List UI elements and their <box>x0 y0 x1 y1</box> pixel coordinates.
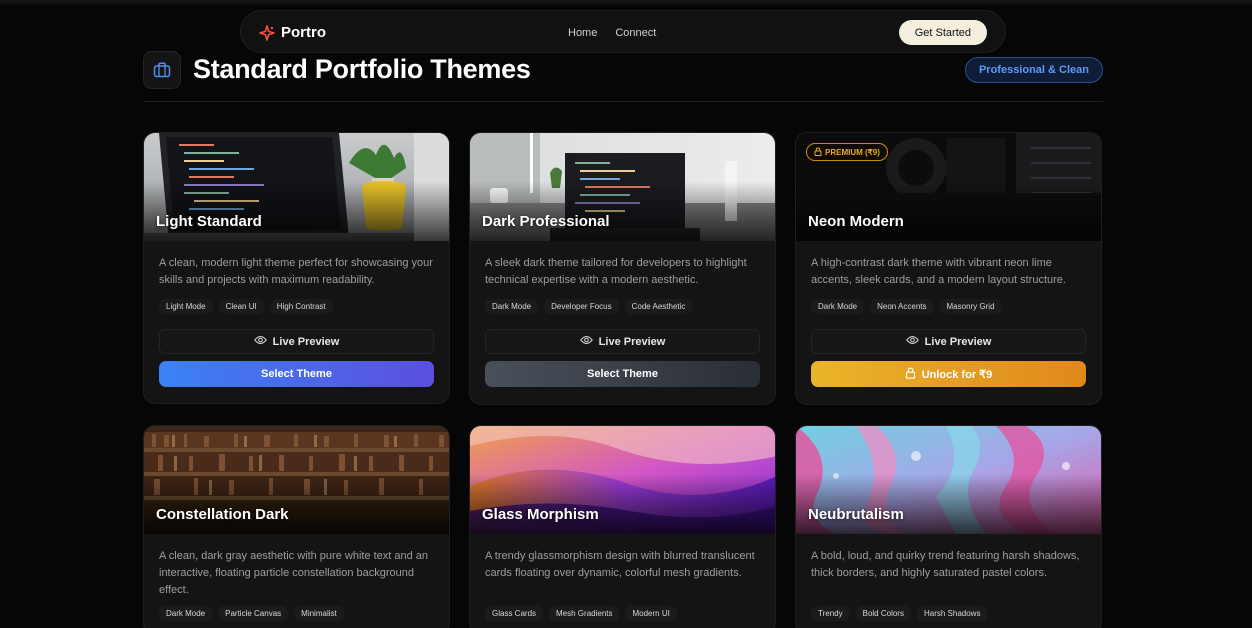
theme-description: A trendy glassmorphism design with blurr… <box>485 550 755 579</box>
theme-description: A sleek dark theme tailored for develope… <box>485 257 747 286</box>
theme-title: Light Standard <box>156 213 262 230</box>
briefcase-icon <box>143 51 181 89</box>
eye-icon <box>253 335 267 348</box>
navbar: Portro Home Connect Get Started <box>240 10 1006 53</box>
live-preview-label: Live Preview <box>924 335 992 348</box>
tag: High Contrast <box>269 299 333 314</box>
tag: Clean UI <box>218 299 264 314</box>
premium-label: PREMIUM (₹9) <box>825 147 880 157</box>
unlock-theme-button[interactable]: Unlock for ₹9 <box>811 361 1086 387</box>
live-preview-label: Live Preview <box>272 335 340 348</box>
section-header: Standard Portfolio Themes Professional &… <box>143 51 1103 101</box>
premium-badge: PREMIUM (₹9) <box>806 143 888 161</box>
theme-description: A high-contrast dark theme with vibrant … <box>811 257 1066 286</box>
tag: Glass Cards <box>485 606 544 621</box>
unlock-theme-label: Unlock for ₹9 <box>921 368 993 381</box>
theme-tags: Light Mode Clean UI High Contrast <box>159 299 434 314</box>
theme-card-neubrutalism: Neubrutalism A bold, loud, and quirky tr… <box>795 425 1102 628</box>
theme-thumbnail: Neubrutalism <box>796 426 1101 534</box>
theme-thumbnail: Dark Professional <box>470 133 775 241</box>
select-theme-button[interactable]: Select Theme <box>485 361 760 387</box>
tag: Light Mode <box>159 299 213 314</box>
theme-card-glass-morphism: Glass Morphism A trendy glassmorphism de… <box>469 425 776 628</box>
lock-icon <box>814 146 822 158</box>
category-badge: Professional & Clean <box>964 57 1103 83</box>
theme-tags: Glass Cards Mesh Gradients Modern UI <box>485 606 760 621</box>
divider <box>143 101 1103 102</box>
tag: Neon Accents <box>870 299 934 314</box>
theme-card-dark-professional: Dark Professional A sleek dark theme tai… <box>469 132 776 405</box>
tag: Dark Mode <box>811 299 865 314</box>
get-started-button[interactable]: Get Started <box>898 20 987 45</box>
tag: Mesh Gradients <box>549 606 620 621</box>
tag: Bold Colors <box>855 606 911 621</box>
live-preview-label: Live Preview <box>598 335 666 348</box>
theme-description: A clean, modern light theme perfect for … <box>159 257 433 286</box>
top-fade <box>0 0 1252 6</box>
tag: Dark Mode <box>485 299 539 314</box>
sparkle-icon <box>259 24 275 41</box>
live-preview-button[interactable]: Live Preview <box>159 329 434 354</box>
theme-tags: Dark Mode Neon Accents Masonry Grid <box>811 299 1086 314</box>
theme-title: Dark Professional <box>482 213 610 230</box>
theme-description: A bold, loud, and quirky trend featuring… <box>811 550 1080 579</box>
tag: Particle Canvas <box>218 606 289 621</box>
tag: Trendy <box>811 606 850 621</box>
nav-link-connect[interactable]: Connect <box>615 27 656 39</box>
theme-card-light-standard: Light Standard A clean, modern light the… <box>143 132 450 404</box>
theme-title: Glass Morphism <box>482 506 599 523</box>
brand-name: Portro <box>281 24 326 41</box>
nav-link-home[interactable]: Home <box>568 27 597 39</box>
select-theme-label: Select Theme <box>587 368 658 380</box>
tag: Masonry Grid <box>939 299 1002 314</box>
theme-thumbnail: Light Standard <box>144 133 449 241</box>
eye-icon <box>905 335 919 348</box>
theme-title: Neubrutalism <box>808 506 904 523</box>
tag: Minimalist <box>294 606 344 621</box>
theme-title: Constellation Dark <box>156 506 289 523</box>
tag: Harsh Shadows <box>916 606 988 621</box>
page-title: Standard Portfolio Themes <box>193 54 531 84</box>
tag: Code Aesthetic <box>624 299 693 314</box>
theme-thumbnail: PREMIUM (₹9) Neon Modern <box>796 133 1101 241</box>
theme-tags: Trendy Bold Colors Harsh Shadows <box>811 606 1086 621</box>
theme-title: Neon Modern <box>808 213 904 230</box>
theme-card-constellation-dark: Constellation Dark A clean, dark gray ae… <box>143 425 450 628</box>
theme-tags: Dark Mode Developer Focus Code Aesthetic <box>485 299 760 314</box>
select-theme-label: Select Theme <box>261 368 332 380</box>
tag: Modern UI <box>625 606 677 621</box>
live-preview-button[interactable]: Live Preview <box>485 329 760 354</box>
nav-links: Home Connect <box>568 11 656 54</box>
select-theme-button[interactable]: Select Theme <box>159 361 434 387</box>
tag: Dark Mode <box>159 606 213 621</box>
theme-thumbnail: Glass Morphism <box>470 426 775 534</box>
theme-thumbnail: Constellation Dark <box>144 426 449 534</box>
theme-tags: Dark Mode Particle Canvas Minimalist <box>159 606 434 621</box>
lock-icon <box>905 367 916 382</box>
theme-description: A clean, dark gray aesthetic with pure w… <box>159 550 429 596</box>
brand[interactable]: Portro <box>259 11 326 54</box>
eye-icon <box>579 335 593 348</box>
tag: Developer Focus <box>544 299 619 314</box>
theme-card-neon-modern: PREMIUM (₹9) Neon Modern A high-contrast… <box>795 132 1102 405</box>
live-preview-button[interactable]: Live Preview <box>811 329 1086 354</box>
